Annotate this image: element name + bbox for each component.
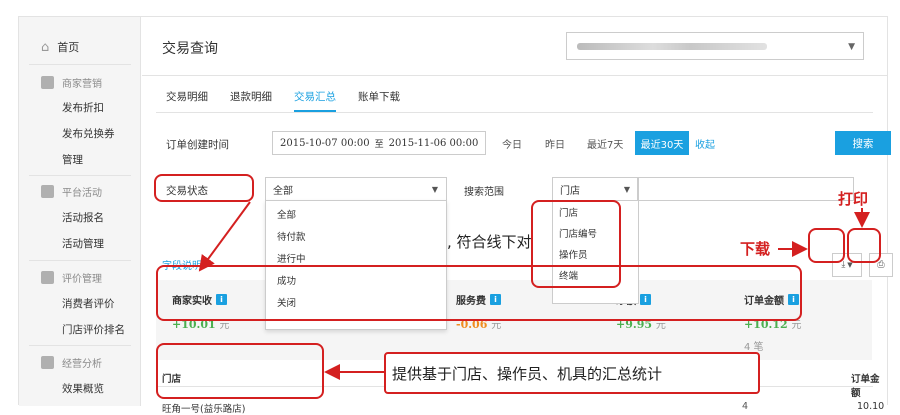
search-button[interactable]: 搜索 [835, 131, 891, 155]
sidebar-item-consumer-reviews[interactable]: 消费者评价 [62, 296, 115, 311]
quick-range-today[interactable]: 今日 [502, 136, 522, 151]
print-icon: ⎙ [877, 260, 885, 270]
tab-bill-download[interactable]: 账单下载 [358, 89, 400, 112]
chevron-down-icon: ▼ [623, 185, 630, 194]
sidebar-item-activity-signup[interactable]: 活动报名 [62, 210, 104, 225]
home-icon: ⌂ [41, 39, 50, 55]
table-cell-count: 4 [742, 401, 749, 412]
sidebar-divider [29, 64, 131, 65]
annotation-box-print [847, 228, 881, 263]
order-count: 4 笔 [744, 342, 764, 353]
merchant-select[interactable]: ▼ [566, 32, 864, 60]
sidebar-home-label: 首页 [57, 41, 80, 54]
annotation-callout: 提供基于门店、操作员、机具的汇总统计 [384, 352, 760, 394]
sidebar-item-home[interactable]: ⌂ 首页 [41, 39, 79, 55]
sidebar: ⌂ 首页 商家营销 发布折扣 发布兑换券 管理 平台活动 活动报名 活动管理 评… [19, 17, 141, 406]
quick-range-7days[interactable]: 最近7天 [587, 136, 623, 151]
divider [142, 75, 887, 76]
sidebar-item-publish-voucher[interactable]: 发布兑换券 [62, 126, 115, 141]
download-icon: ⤓ [841, 260, 846, 270]
tab-transaction-details[interactable]: 交易明细 [166, 89, 208, 112]
sidebar-item-manage[interactable]: 管理 [62, 152, 83, 167]
search-keyword-input[interactable] [637, 177, 854, 201]
quick-range-yesterday[interactable]: 昨日 [545, 136, 565, 151]
status-option-pending[interactable]: 待付款 [277, 229, 306, 243]
table-cell-amount: 10.10 [857, 401, 885, 412]
page-title: 交易查询 [162, 41, 218, 57]
sidebar-divider [29, 260, 131, 261]
annotation-box-summary [156, 265, 802, 321]
table-cell-store: 旺角一号(益乐路店) [162, 404, 246, 415]
analysis-icon [41, 356, 54, 369]
chevron-down-icon: ▼ [848, 42, 855, 52]
review-icon [41, 271, 54, 284]
divider [156, 112, 873, 113]
status-select[interactable]: 全部 ▼ [265, 177, 447, 201]
sidebar-item-store-ranking[interactable]: 门店评价排名 [62, 322, 125, 337]
sidebar-group-platform: 平台活动 [41, 184, 102, 199]
status-option-in-progress[interactable]: 进行中 [277, 251, 306, 265]
sidebar-group-marketing: 商家营销 [41, 75, 102, 90]
tab-transaction-summary[interactable]: 交易汇总 [294, 89, 336, 112]
annotation-box-store-column [156, 343, 324, 399]
created-time-label: 订单创建时间 [166, 139, 229, 151]
annotation-print-label: 打印 [838, 190, 869, 208]
quick-range-30days[interactable]: 最近30天 [635, 131, 689, 155]
app-frame: ⌂ 首页 商家营销 发布折扣 发布兑换券 管理 平台活动 活动报名 活动管理 评… [18, 16, 893, 415]
merchant-name-blurred [577, 43, 767, 50]
sidebar-item-overview[interactable]: 效果概览 [62, 381, 104, 396]
sidebar-divider [29, 175, 131, 176]
sidebar-divider [29, 345, 131, 346]
chevron-down-icon: ▼ [431, 185, 438, 194]
sidebar-item-activity-manage[interactable]: 活动管理 [62, 236, 104, 251]
tab-bar: 交易明细 退款明细 交易汇总 账单下载 [166, 89, 400, 112]
date-range-input[interactable]: 2015-10-07 00:00 至 2015-11-06 00:00 [272, 131, 486, 155]
platform-icon [41, 185, 54, 198]
range-select[interactable]: 门店 ▼ [552, 177, 639, 201]
marketing-icon [41, 76, 54, 89]
sidebar-group-reviews: 评价管理 [41, 270, 102, 285]
collapse-link[interactable]: 收起 [695, 136, 715, 151]
table-header-amount: 订单金额 [851, 374, 880, 399]
tooltip-fragment: , 符合线下对 [447, 233, 532, 251]
tab-refund-details[interactable]: 退款明细 [230, 89, 272, 112]
status-option-all[interactable]: 全部 [277, 207, 296, 221]
sidebar-group-analysis: 经营分析 [41, 355, 102, 370]
sidebar-item-publish-discount[interactable]: 发布折扣 [62, 100, 104, 115]
range-label: 搜索范围 [464, 187, 504, 198]
annotation-box-download [808, 228, 845, 263]
annotation-download-label: 下载 [740, 240, 771, 258]
annotation-box-status [154, 174, 254, 202]
